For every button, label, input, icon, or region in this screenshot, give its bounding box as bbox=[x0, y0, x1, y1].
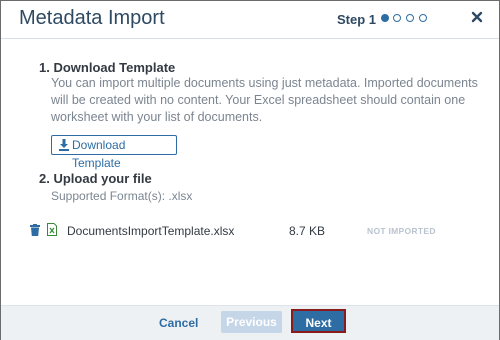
download-template-label: Download Template bbox=[72, 138, 126, 170]
upload-file-heading: 2. Upload your file bbox=[39, 171, 152, 186]
step-indicator-label: Step 1 bbox=[337, 12, 377, 27]
step-dot-1 bbox=[381, 14, 389, 22]
next-button[interactable]: Next bbox=[291, 309, 346, 333]
step-dot-2 bbox=[393, 14, 401, 22]
trash-icon[interactable] bbox=[30, 224, 40, 236]
file-status-badge: NOT IMPORTED bbox=[367, 226, 436, 236]
file-row: DocumentsImportTemplate.xlsx 8.7 KB NOT … bbox=[29, 222, 469, 240]
download-template-heading: 1. Download Template bbox=[39, 60, 176, 75]
dialog-header: Metadata Import Step 1 bbox=[1, 1, 499, 39]
previous-button[interactable]: Previous bbox=[221, 311, 282, 333]
download-template-description: You can import multiple documents using … bbox=[51, 76, 478, 124]
download-icon bbox=[59, 138, 69, 151]
file-name: DocumentsImportTemplate.xlsx bbox=[67, 224, 235, 238]
download-template-button[interactable]: Download Template bbox=[51, 135, 177, 170]
metadata-import-dialog: Metadata Import Step 1 1. Download Templ… bbox=[0, 0, 500, 340]
dialog-footer: Cancel Previous Next bbox=[1, 305, 499, 340]
excel-file-icon bbox=[47, 223, 57, 236]
cancel-button[interactable]: Cancel bbox=[159, 316, 198, 330]
step-dot-3 bbox=[406, 14, 414, 22]
close-icon[interactable] bbox=[469, 9, 485, 25]
supported-formats: Supported Format(s): .xlsx bbox=[51, 189, 193, 203]
dialog-title: Metadata Import bbox=[19, 7, 165, 29]
step-dot-4 bbox=[419, 14, 427, 22]
file-size: 8.7 KB bbox=[289, 224, 326, 238]
